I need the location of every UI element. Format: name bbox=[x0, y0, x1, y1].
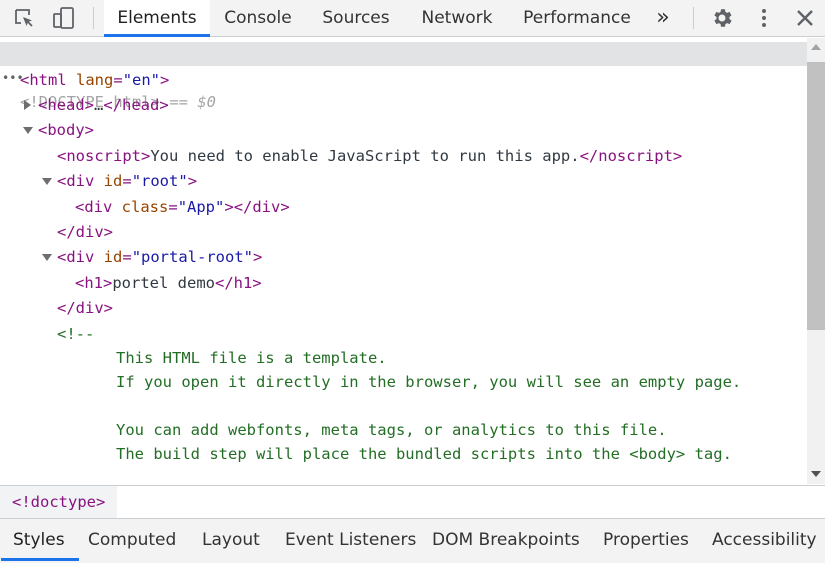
tree-row-div-app[interactable]: <div class="App"></div> bbox=[75, 195, 290, 219]
comment-line: If you open it directly in the browser, … bbox=[116, 373, 742, 391]
attr-value: "root" bbox=[131, 172, 188, 190]
device-toolbar-icon[interactable] bbox=[52, 6, 76, 30]
tab-event-listeners[interactable]: Event Listeners bbox=[285, 519, 416, 561]
attr-value: "portal-root" bbox=[131, 248, 254, 266]
noscript-close-tag: </noscript> bbox=[579, 147, 683, 165]
attr-value: "en" bbox=[122, 71, 161, 89]
comment-line: This HTML file is a template. bbox=[116, 349, 387, 367]
scroll-down-arrow-icon[interactable] bbox=[811, 471, 821, 477]
tab-dom-breakpoints[interactable]: DOM Breakpoints bbox=[432, 519, 580, 561]
div-tag: <div bbox=[75, 198, 113, 216]
toolbar-divider bbox=[93, 7, 94, 29]
collapsed-ellipsis[interactable]: … bbox=[94, 96, 103, 114]
html-tag: <html bbox=[20, 71, 67, 89]
tab-properties[interactable]: Properties bbox=[603, 519, 689, 561]
div-tag: <div bbox=[57, 248, 95, 266]
tree-row-div-root[interactable]: <div id="root"> bbox=[57, 169, 197, 193]
comment-line: You can add webfonts, meta tags, or anal… bbox=[116, 421, 667, 439]
more-tabs-button[interactable]: » bbox=[648, 0, 678, 36]
body-tag: <body> bbox=[38, 121, 94, 139]
devtools-toolbar: Elements Console Sources Network Perform… bbox=[0, 0, 825, 37]
collapse-arrow-icon[interactable] bbox=[23, 118, 33, 142]
div-close-tag: ></div> bbox=[224, 198, 290, 216]
tab-performance[interactable]: Performance bbox=[514, 0, 640, 36]
attr-name: lang bbox=[76, 71, 114, 89]
close-icon[interactable] bbox=[793, 6, 817, 30]
noscript-tag: <noscript> bbox=[57, 147, 151, 165]
head-close-tag: </head> bbox=[103, 96, 169, 114]
selected-marker: == $0 bbox=[169, 93, 216, 111]
tab-accessibility[interactable]: Accessibility bbox=[712, 519, 817, 561]
tree-row-div-close[interactable]: </div> bbox=[57, 296, 113, 320]
inspect-element-icon[interactable] bbox=[12, 6, 36, 30]
breadcrumb: <!doctype> bbox=[0, 485, 825, 519]
sidebar-pane-tabs: Styles Computed Layout Event Listeners D… bbox=[0, 519, 825, 563]
tree-row-head[interactable]: <head>…</head> bbox=[38, 93, 169, 117]
attr-name: id bbox=[103, 248, 123, 266]
tree-row-body[interactable]: <body> bbox=[38, 118, 94, 142]
tree-row-noscript[interactable]: <noscript>You need to enable JavaScript … bbox=[57, 144, 682, 168]
settings-gear-icon[interactable] bbox=[710, 6, 734, 30]
scroll-thumb[interactable] bbox=[807, 62, 825, 330]
tag-close: > bbox=[187, 172, 198, 190]
collapse-arrow-icon[interactable] bbox=[42, 169, 52, 193]
tab-sources[interactable]: Sources bbox=[312, 0, 400, 36]
tab-computed[interactable]: Computed bbox=[88, 519, 176, 561]
comment-line: The build step will place the bundled sc… bbox=[116, 445, 732, 463]
attr-name: class bbox=[121, 198, 169, 216]
tab-layout[interactable]: Layout bbox=[202, 519, 260, 561]
tag-close: > bbox=[160, 71, 170, 89]
tree-row-h1[interactable]: <h1>portel demo</h1> bbox=[75, 271, 262, 295]
collapse-arrow-icon[interactable] bbox=[42, 245, 52, 269]
dom-tree-scrollbar[interactable] bbox=[807, 38, 825, 484]
toolbar-divider bbox=[693, 7, 694, 29]
tag-close: > bbox=[253, 248, 263, 266]
expand-arrow-icon[interactable] bbox=[24, 93, 31, 117]
tree-row-comment[interactable]: <!-- bbox=[57, 322, 94, 346]
breadcrumb-item-doctype[interactable]: <!doctype> bbox=[0, 486, 118, 518]
div-close-tag: </div> bbox=[57, 223, 113, 241]
div-tag: <div bbox=[57, 172, 95, 190]
tree-row-doctype[interactable]: ••• <!DOCTYPE html> == $0 bbox=[0, 42, 807, 111]
attr-name: id bbox=[103, 172, 123, 190]
h1-tag: <h1> bbox=[75, 274, 113, 292]
head-tag: <head> bbox=[38, 96, 94, 114]
noscript-text: You need to enable JavaScript to run thi… bbox=[150, 147, 580, 165]
tree-row-div-portal-root[interactable]: <div id="portal-root"> bbox=[57, 245, 262, 269]
h1-close-tag: </h1> bbox=[214, 274, 262, 292]
kebab-menu-icon[interactable] bbox=[752, 6, 776, 30]
tab-console[interactable]: Console bbox=[212, 0, 304, 36]
div-close-tag: </div> bbox=[57, 299, 113, 317]
h1-text: portel demo bbox=[112, 274, 215, 292]
attr-value: "App" bbox=[177, 198, 225, 216]
tab-network[interactable]: Network bbox=[410, 0, 504, 36]
tree-row-html[interactable]: <html lang="en"> bbox=[20, 68, 169, 92]
tree-row-div-close[interactable]: </div> bbox=[57, 220, 113, 244]
tab-elements[interactable]: Elements bbox=[104, 0, 210, 37]
tab-styles[interactable]: Styles bbox=[1, 519, 79, 561]
dom-tree: ••• <!DOCTYPE html> == $0 <html lang="en… bbox=[0, 38, 807, 484]
scroll-up-arrow-icon[interactable] bbox=[811, 44, 821, 50]
